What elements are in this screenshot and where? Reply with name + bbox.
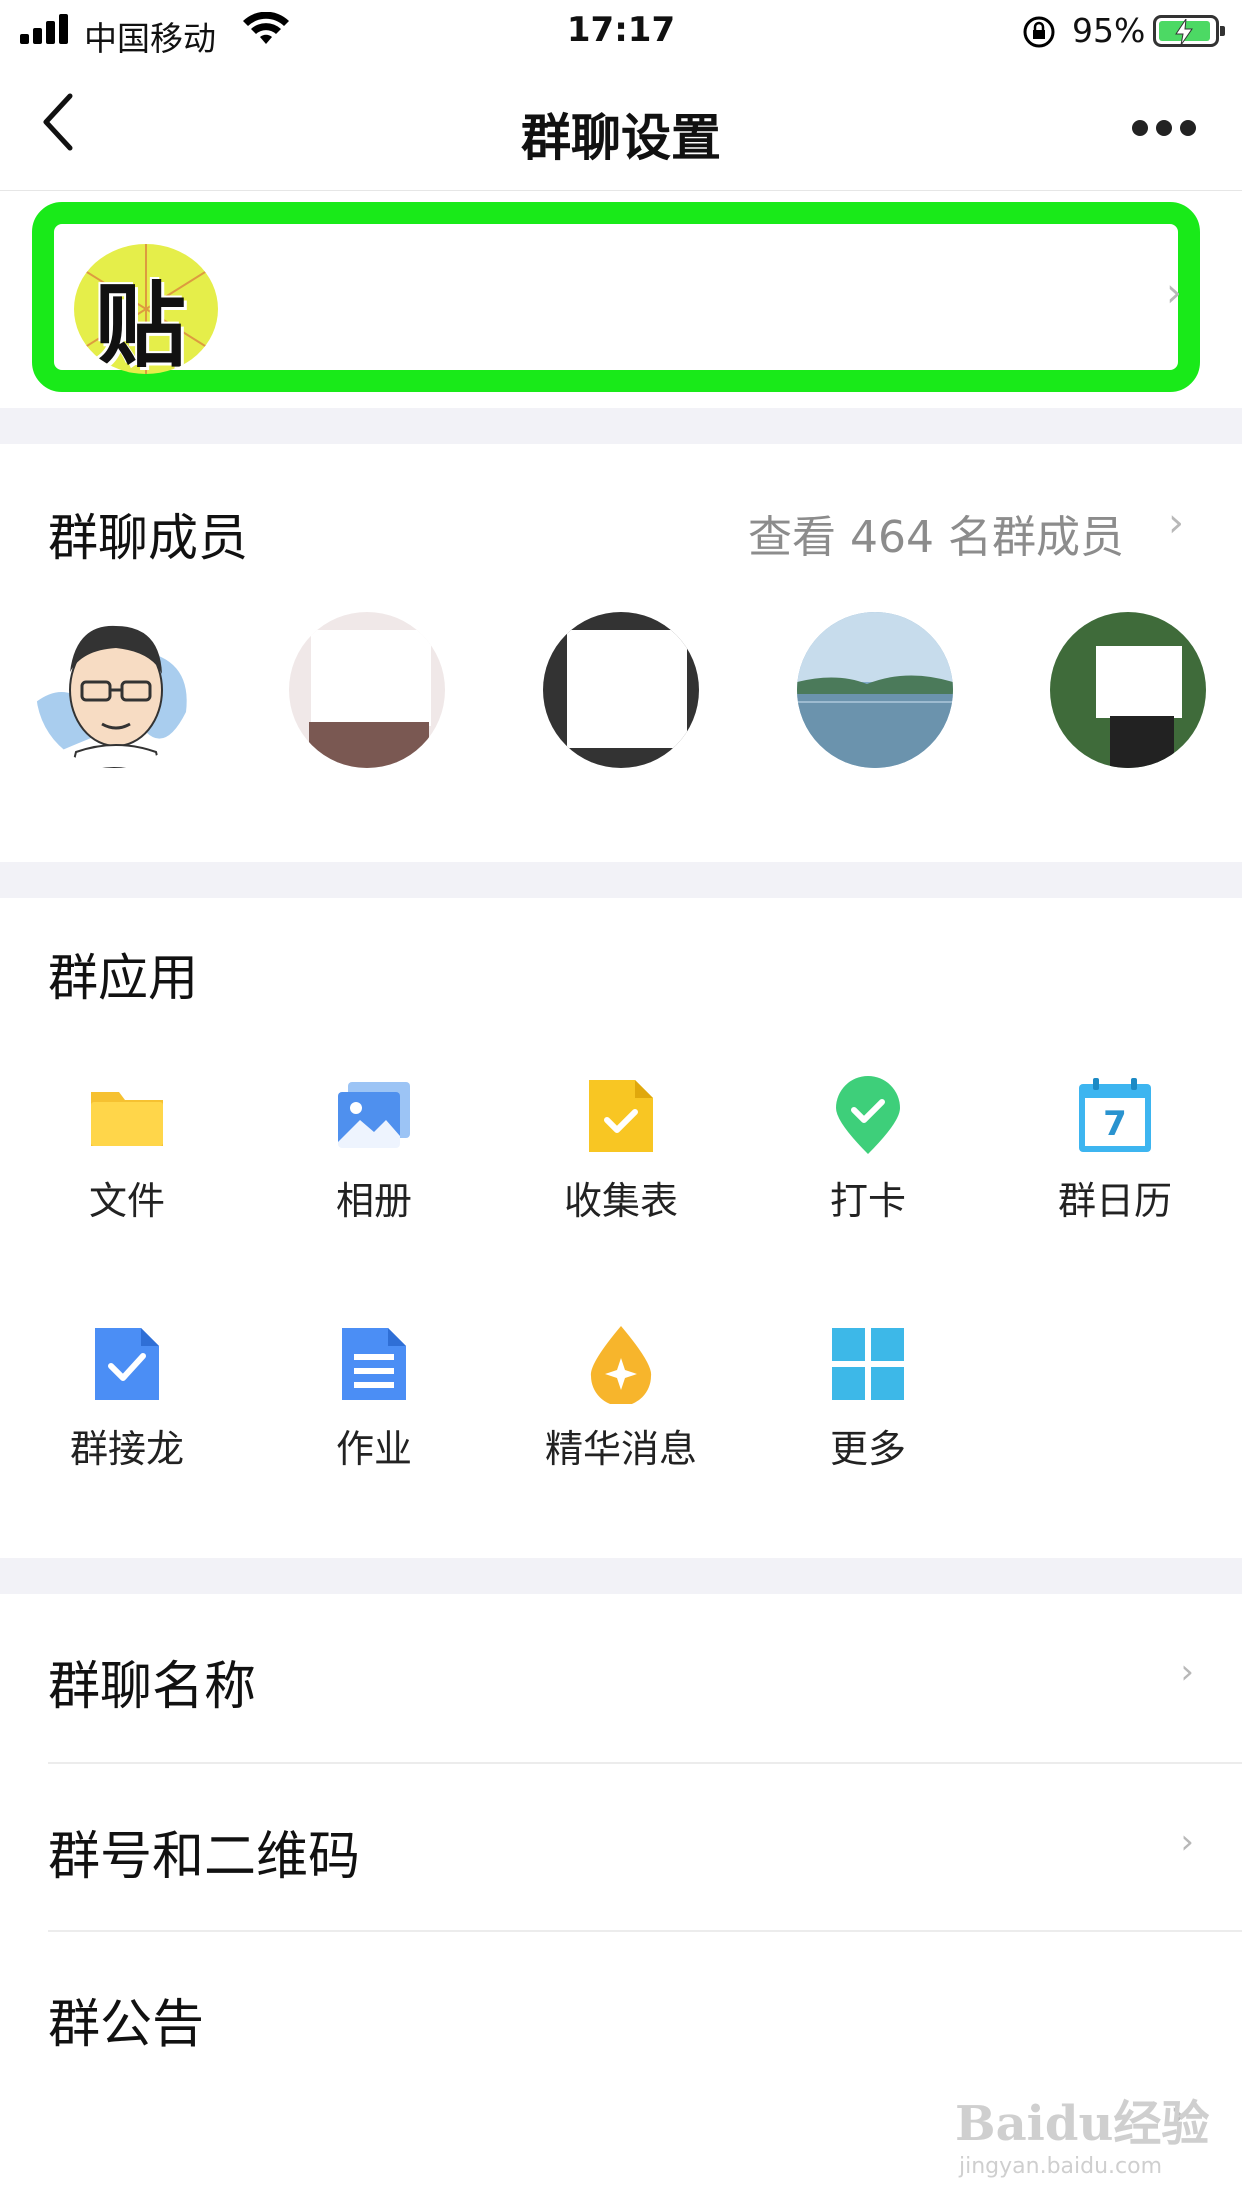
member-avatar[interactable] — [289, 612, 445, 768]
page-title: 群聊设置 — [521, 109, 721, 167]
row-label: 群聊名称 — [48, 1657, 257, 1717]
view-all-members-link[interactable]: 查看 464 名群成员 — [748, 501, 1124, 565]
watermark-url: jingyan.baidu.com — [959, 2154, 1163, 2179]
landscape-avatar-image — [797, 612, 953, 768]
members-title: 群聊成员 — [48, 509, 248, 567]
app-calendar[interactable]: 7 群日历 — [1015, 1076, 1215, 1225]
chevron-right-icon: › — [1180, 1822, 1194, 1862]
chevron-right-icon: › — [1166, 270, 1182, 316]
app-homework[interactable]: 作业 — [274, 1324, 474, 1473]
group-profile-card[interactable]: 贴 › — [32, 202, 1200, 392]
battery-percent: 95% — [1072, 11, 1146, 50]
app-essence[interactable]: 精华消息 — [521, 1324, 721, 1473]
app-more[interactable]: 更多 — [768, 1324, 968, 1473]
rotation-lock-icon — [1021, 14, 1057, 54]
cartoon-avatar-image — [36, 625, 187, 768]
member-avatar[interactable] — [1050, 612, 1206, 768]
status-bar: 中国移动 17:17 95% — [0, 0, 1242, 62]
row-group-number-qr[interactable]: 群号和二维码 › — [0, 1764, 1242, 1932]
homework-icon — [334, 1324, 414, 1404]
app-label: 文件 — [88, 1179, 165, 1223]
app-label: 相册 — [335, 1179, 412, 1223]
folder-icon — [87, 1076, 167, 1156]
nav-bar: 群聊设置 — [0, 62, 1242, 191]
member-avatar[interactable] — [36, 612, 192, 768]
section-separator — [0, 1558, 1242, 1594]
calendar-icon: 7 — [1075, 1076, 1155, 1156]
app-label: 打卡 — [829, 1179, 906, 1223]
app-label: 收集表 — [563, 1179, 678, 1223]
row-label: 群公告 — [48, 1995, 205, 2055]
album-icon — [334, 1076, 414, 1156]
app-label: 群日历 — [1057, 1179, 1172, 1223]
section-separator — [0, 408, 1242, 444]
group-avatar-text: 贴 — [94, 272, 187, 374]
battery-icon — [1153, 15, 1225, 47]
more-options-button[interactable] — [1124, 114, 1204, 144]
form-icon — [581, 1076, 661, 1156]
row-group-announcement[interactable]: 群公告 — [0, 1932, 1242, 2100]
chevron-right-icon: › — [1180, 1652, 1194, 1692]
app-label: 群接龙 — [69, 1427, 184, 1471]
app-relay[interactable]: 群接龙 — [27, 1324, 227, 1473]
group-avatar: 贴 — [74, 244, 218, 374]
section-separator — [0, 862, 1242, 898]
apps-title: 群应用 — [48, 949, 198, 1007]
app-label: 作业 — [335, 1427, 412, 1471]
calendar-day: 7 — [1103, 1104, 1127, 1144]
chevron-right-icon: › — [1168, 500, 1184, 546]
relay-icon — [87, 1324, 167, 1404]
essence-icon — [581, 1324, 661, 1406]
app-label: 更多 — [829, 1427, 906, 1471]
watermark-brand: Baidu经验 — [955, 2096, 1210, 2152]
member-avatar[interactable] — [797, 612, 953, 768]
row-label: 群号和二维码 — [48, 1827, 361, 1887]
more-apps-icon — [828, 1324, 908, 1404]
baidu-watermark: Baidu经验 jingyan.baidu.com — [955, 2084, 1209, 2179]
app-checkin[interactable]: 打卡 — [768, 1076, 968, 1225]
row-group-name[interactable]: 群聊名称 › — [0, 1594, 1242, 1762]
app-form[interactable]: 收集表 — [521, 1076, 721, 1225]
app-file[interactable]: 文件 — [27, 1076, 227, 1225]
member-avatar[interactable] — [543, 612, 699, 768]
checkin-icon — [828, 1076, 908, 1156]
app-label: 精华消息 — [544, 1427, 697, 1471]
app-album[interactable]: 相册 — [274, 1076, 474, 1225]
